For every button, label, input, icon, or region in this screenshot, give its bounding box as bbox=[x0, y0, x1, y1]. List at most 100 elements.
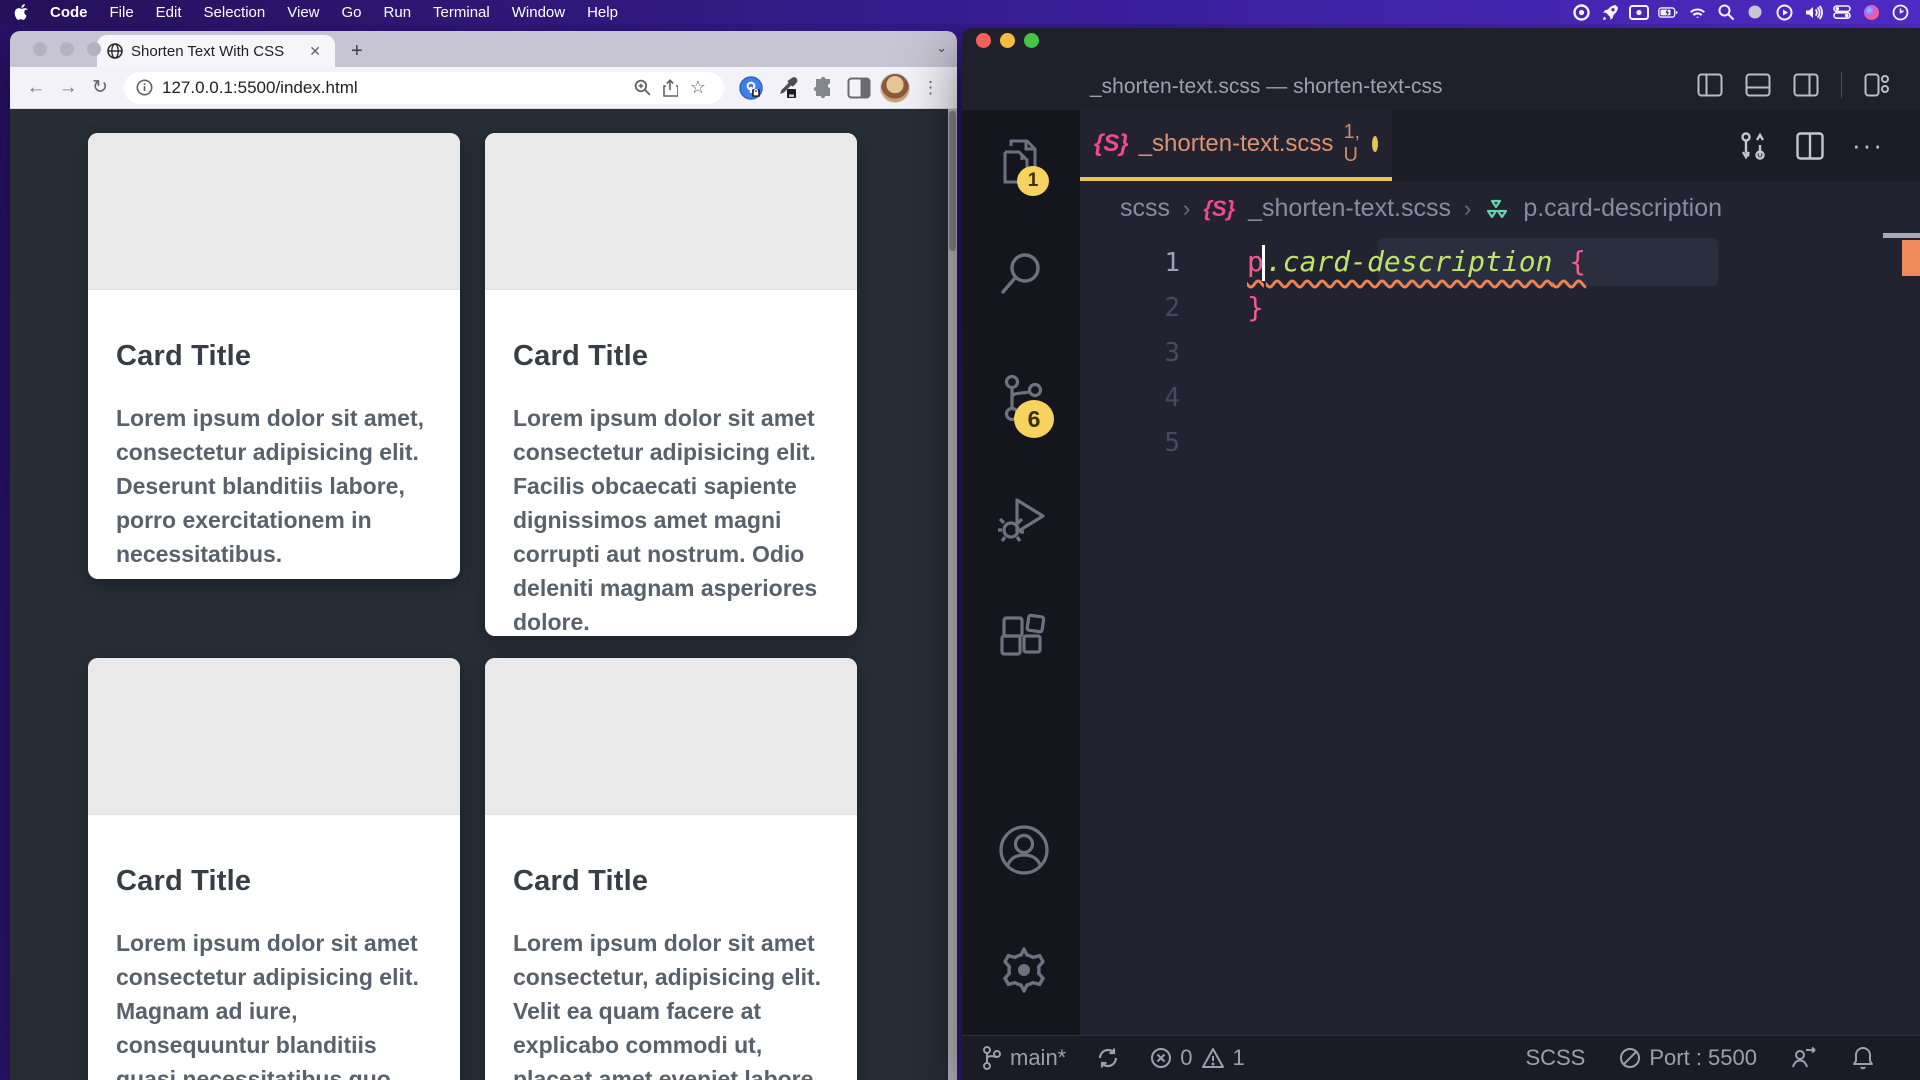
account-icon[interactable] bbox=[997, 823, 1051, 877]
apple-logo-icon[interactable] bbox=[14, 4, 29, 21]
clock-icon[interactable] bbox=[1890, 3, 1910, 21]
menu-run[interactable]: Run bbox=[373, 4, 423, 21]
settings-gear-icon[interactable] bbox=[997, 943, 1051, 997]
site-info-icon[interactable] bbox=[136, 79, 153, 96]
card: Card Title Lorem ipsum dolor sit amet, c… bbox=[88, 133, 460, 579]
rocket-icon[interactable] bbox=[1600, 3, 1620, 21]
battery-icon[interactable] bbox=[1658, 3, 1678, 21]
menu-edit[interactable]: Edit bbox=[145, 4, 193, 21]
forward-button[interactable]: → bbox=[52, 72, 84, 104]
more-actions-icon[interactable]: ··· bbox=[1852, 130, 1884, 161]
sass-file-icon: {S} bbox=[1094, 130, 1129, 158]
page-scrollbar-track[interactable] bbox=[948, 109, 957, 1080]
browser-toolbar: ← → ↻ 127.0.0.1:5500/index.html ☆ ⋮ bbox=[10, 67, 957, 109]
toggle-secondary-sidebar-icon[interactable] bbox=[1793, 73, 1819, 97]
notifications-bell-icon[interactable] bbox=[1851, 1045, 1875, 1071]
customize-layout-icon[interactable] bbox=[1864, 73, 1890, 97]
extensions-icon[interactable] bbox=[997, 612, 1049, 664]
volume-icon[interactable] bbox=[1803, 3, 1823, 21]
split-editor-icon[interactable] bbox=[1796, 132, 1824, 160]
scss-class-token: .card-description bbox=[1266, 245, 1553, 278]
menu-view[interactable]: View bbox=[276, 4, 330, 21]
line-number: 1 bbox=[1080, 248, 1180, 278]
symbol-rule-icon bbox=[1484, 196, 1510, 222]
git-branch-status[interactable]: main* bbox=[982, 1045, 1066, 1071]
color-picker-extension-icon[interactable] bbox=[772, 73, 802, 103]
toggle-sidebar-icon[interactable] bbox=[1697, 73, 1723, 97]
menu-help[interactable]: Help bbox=[576, 4, 629, 21]
tab-overflow-chevron-icon[interactable]: ⌄ bbox=[936, 40, 947, 56]
breadcrumb-symbol[interactable]: p.card-description bbox=[1523, 194, 1722, 223]
menu-window[interactable]: Window bbox=[501, 4, 576, 21]
language-mode[interactable]: SCSS bbox=[1525, 1045, 1585, 1071]
tab-close-icon[interactable]: ✕ bbox=[305, 41, 325, 62]
browser-tab-strip: Shorten Text With CSS ✕ + ⌄ bbox=[10, 31, 957, 67]
code-line-1: 1 p.card-description { bbox=[1080, 240, 1920, 285]
run-debug-icon[interactable] bbox=[997, 492, 1049, 544]
spotlight-icon[interactable] bbox=[1716, 3, 1736, 21]
menu-selection[interactable]: Selection bbox=[193, 4, 277, 21]
card-description: Lorem ipsum dolor sit amet consectetur a… bbox=[116, 926, 432, 1080]
camera-indicator-icon bbox=[1745, 3, 1765, 21]
control-center-icon[interactable] bbox=[1832, 3, 1852, 21]
live-server-port[interactable]: Port : 5500 bbox=[1619, 1045, 1757, 1071]
address-bar[interactable]: 127.0.0.1:5500/index.html ☆ bbox=[124, 72, 724, 104]
activity-bar: 1 6 bbox=[962, 110, 1080, 1035]
bookmark-star-icon[interactable]: ☆ bbox=[684, 77, 712, 98]
tab-filename: _shorten-text.scss bbox=[1139, 130, 1334, 158]
reload-button[interactable]: ↻ bbox=[84, 72, 116, 104]
menu-go[interactable]: Go bbox=[331, 4, 373, 21]
line-number: 5 bbox=[1080, 428, 1180, 458]
card: Card Title Lorem ipsum dolor sit amet co… bbox=[485, 133, 857, 636]
extensions-puzzle-icon[interactable] bbox=[808, 73, 838, 103]
code-line-5: 5 bbox=[1080, 420, 1920, 465]
sync-changes-button[interactable] bbox=[1096, 1046, 1120, 1070]
share-icon[interactable] bbox=[656, 79, 684, 97]
code-line-4: 4 bbox=[1080, 375, 1920, 420]
minimize-window-button[interactable] bbox=[1000, 33, 1015, 48]
siri-icon[interactable] bbox=[1861, 3, 1881, 21]
breadcrumbs: scss › {S} _shorten-text.scss › p.card-d… bbox=[1080, 181, 1920, 236]
close-window-button[interactable] bbox=[33, 42, 47, 56]
breadcrumb-file[interactable]: _shorten-text.scss bbox=[1248, 194, 1451, 223]
browser-tab[interactable]: Shorten Text With CSS ✕ bbox=[97, 35, 335, 67]
screen-mirroring-icon[interactable] bbox=[1629, 3, 1649, 21]
new-tab-button[interactable]: + bbox=[351, 40, 363, 63]
browser-menu-kebab-icon[interactable]: ⋮ bbox=[916, 73, 946, 103]
unsaved-changes-dot[interactable] bbox=[1372, 136, 1378, 152]
close-window-button[interactable] bbox=[976, 33, 991, 48]
minimize-window-button[interactable] bbox=[60, 42, 74, 56]
toggle-panel-icon[interactable] bbox=[1745, 73, 1771, 97]
problems-status[interactable]: 0 1 bbox=[1150, 1045, 1245, 1071]
wifi-icon[interactable] bbox=[1687, 3, 1707, 21]
card-description: Lorem ipsum dolor sit amet consectetur, … bbox=[513, 926, 829, 1080]
zoom-page-icon[interactable] bbox=[628, 79, 656, 96]
card-title: Card Title bbox=[116, 865, 432, 898]
card-image-placeholder bbox=[485, 133, 857, 290]
profile-avatar[interactable] bbox=[880, 73, 910, 103]
back-button[interactable]: ← bbox=[20, 72, 52, 104]
feedback-icon[interactable] bbox=[1791, 1046, 1817, 1070]
screen-play-icon[interactable] bbox=[1774, 3, 1794, 21]
editor-tab[interactable]: {S} _shorten-text.scss 1, U bbox=[1080, 110, 1392, 181]
compare-changes-icon[interactable] bbox=[1738, 130, 1768, 162]
page-scrollbar-thumb[interactable] bbox=[949, 111, 956, 251]
zoom-window-button[interactable] bbox=[87, 42, 101, 56]
menu-code[interactable]: Code bbox=[39, 4, 99, 21]
menubar-status-icons bbox=[1571, 3, 1920, 21]
breadcrumb-folder[interactable]: scss bbox=[1120, 194, 1170, 223]
editor-tab-bar: {S} _shorten-text.scss 1, U ··· bbox=[1080, 110, 1920, 181]
layout-controls bbox=[1697, 72, 1890, 98]
code-editor[interactable]: 1 p.card-description { 2 } 3 4 5 bbox=[1080, 236, 1920, 1035]
menu-terminal[interactable]: Terminal bbox=[422, 4, 501, 21]
open-brace-token: { bbox=[1552, 245, 1586, 278]
menu-file[interactable]: File bbox=[99, 4, 145, 21]
password-manager-extension-icon[interactable] bbox=[736, 73, 766, 103]
url-text[interactable]: 127.0.0.1:5500/index.html bbox=[162, 78, 628, 98]
titlebar-separator bbox=[1841, 72, 1842, 98]
side-panel-icon[interactable] bbox=[844, 73, 874, 103]
search-icon[interactable] bbox=[997, 248, 1047, 298]
zoom-window-button[interactable] bbox=[1024, 33, 1039, 48]
macos-menu-bar: Code File Edit Selection View Go Run Ter… bbox=[0, 0, 1920, 24]
screen-record-icon[interactable] bbox=[1571, 3, 1591, 21]
